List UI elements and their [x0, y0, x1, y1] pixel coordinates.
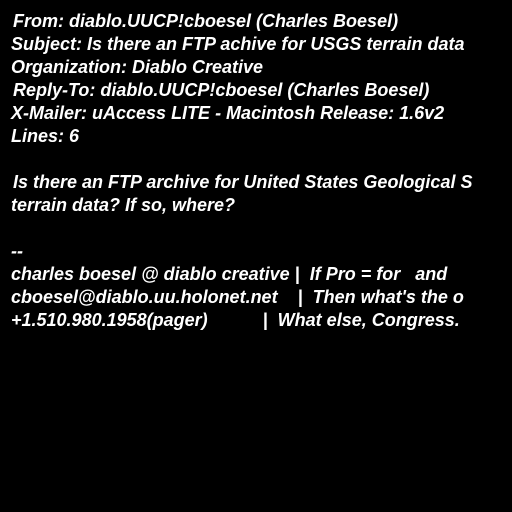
body-line-1: Is there an FTP archive for United State… [13, 172, 473, 192]
message-document: From: diablo.UUCP!cboesel (Charles Boese… [0, 0, 512, 512]
header-subject: Subject: Is there an FTP achive for USGS… [11, 34, 465, 54]
header-organization: Organization: Diablo Creative [11, 57, 264, 77]
signature-line-3: +1.510.980.1958(pager) | What else, Cong… [11, 310, 460, 330]
header-x-mailer: X-Mailer: uAccess LITE - Macintosh Relea… [11, 103, 445, 123]
signature-line-2: cboesel@diablo.uu.holonet.net | Then wha… [11, 287, 464, 307]
body-line-2: terrain data? If so, where? [11, 195, 236, 215]
header-from: From: diablo.UUCP!cboesel (Charles Boese… [13, 11, 399, 31]
signature-line-1: charles boesel @ diablo creative | If Pr… [11, 264, 448, 284]
header-reply-to: Reply-To: diablo.UUCP!cboesel (Charles B… [13, 80, 430, 100]
signature-separator: -- [11, 241, 23, 261]
header-lines: Lines: 6 [11, 126, 80, 146]
